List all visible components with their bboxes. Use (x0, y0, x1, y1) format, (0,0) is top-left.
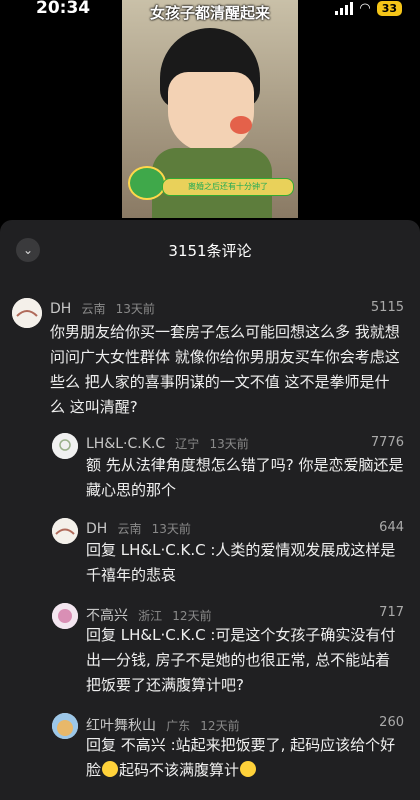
location: 云南 (81, 302, 106, 316)
location: 浙江 (138, 609, 163, 623)
username[interactable]: DH (86, 521, 107, 537)
username[interactable]: DH (50, 301, 71, 317)
reply-prefix: 回复 (86, 736, 117, 754)
comments-header: ⌄ 3151条评论 (0, 220, 420, 278)
timestamp: 13天前 (209, 437, 249, 451)
sheet-bottom (0, 788, 420, 800)
laughing-emoji-icon (240, 761, 257, 777)
comment-text: 起码不该满腹算计 (119, 761, 240, 779)
comment-text: 你男朋友给你买一套房子怎么可能回想这么多 我就想问问广大女性群体 就像你给你男朋… (50, 323, 400, 416)
comments-sheet: ⌄ 3151条评论 DH 云南 13天前 5115 你男朋友给你买一套房子怎么可… (0, 220, 420, 800)
status-bar: 20:34 ◠ 33 (0, 0, 420, 22)
frog-mascot-icon (128, 166, 166, 200)
avatar[interactable] (52, 433, 78, 459)
timestamp: 13天前 (151, 522, 191, 536)
character-cheek (230, 116, 252, 134)
wifi-icon: ◠ (359, 1, 371, 16)
video-caption: 离婚之后还有十分钟了 (162, 178, 294, 196)
avatar[interactable] (52, 518, 78, 544)
comment-text: 额 先从法律角度想怎么错了吗? 你是恋爱脑还是藏心思的那个 (86, 456, 404, 499)
like-count[interactable]: 5115 (371, 300, 404, 315)
reply-prefix: 回复 (86, 541, 117, 559)
username[interactable]: 不高兴 (86, 608, 128, 624)
battery-indicator: 33 (376, 1, 402, 16)
status-time: 20:34 (36, 0, 91, 18)
character-face (168, 72, 254, 152)
timestamp: 13天前 (115, 302, 155, 316)
reply-prefix: 回复 (86, 626, 117, 644)
like-count[interactable]: 260 (379, 715, 404, 730)
location: 云南 (117, 522, 142, 536)
username[interactable]: 红叶舞秋山 (86, 718, 156, 734)
avatar[interactable] (52, 603, 78, 629)
comment-text: LH&L·C.K.C :可是这个女孩子确实没有付出一分钱, 房子不是她的也很正常… (86, 626, 396, 694)
location: 广东 (166, 719, 191, 733)
like-count[interactable]: 644 (379, 520, 404, 535)
timestamp: 12天前 (172, 609, 212, 623)
timestamp: 12天前 (200, 719, 240, 733)
like-count[interactable]: 717 (379, 605, 404, 620)
like-count[interactable]: 7776 (371, 435, 404, 450)
avatar[interactable] (52, 713, 78, 739)
cellular-signal-icon (335, 2, 354, 15)
video-player[interactable]: 女孩子都清醒起来 离婚之后还有十分钟了 (122, 0, 298, 218)
status-icons: ◠ 33 (335, 1, 402, 16)
avatar[interactable] (12, 298, 42, 328)
laughing-emoji-icon (102, 761, 119, 777)
comment-text: LH&L·C.K.C :人类的爱情观发展成这样是千禧年的悲哀 (86, 541, 396, 584)
username[interactable]: LH&L·C.K.C (86, 436, 165, 452)
comment-count: 3151条评论 (168, 242, 252, 260)
location: 辽宁 (175, 437, 200, 451)
